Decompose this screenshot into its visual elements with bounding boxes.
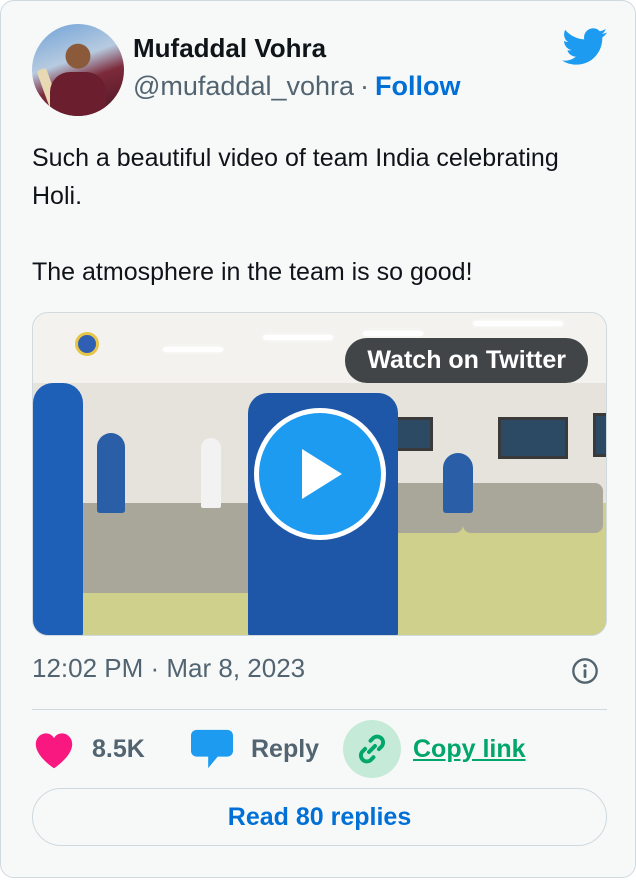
separator-dot: · bbox=[360, 71, 370, 101]
author-avatar[interactable] bbox=[32, 24, 124, 116]
divider bbox=[32, 709, 607, 710]
ceiling-light bbox=[363, 331, 423, 336]
avatar-shirt bbox=[50, 72, 106, 116]
tweet-card: Mufaddal Vohra @mufaddal_vohra · Follow Su… bbox=[0, 0, 636, 878]
copy-link-icon-circle bbox=[343, 720, 401, 778]
info-icon[interactable] bbox=[571, 657, 599, 685]
reply-button[interactable]: Reply bbox=[189, 726, 319, 772]
reply-bubble-icon bbox=[191, 729, 233, 769]
twitter-bird-icon[interactable] bbox=[562, 28, 608, 66]
link-icon bbox=[358, 734, 386, 764]
author-handle[interactable]: @mufaddal_vohra bbox=[133, 71, 354, 101]
watch-on-twitter-button[interactable]: Watch on Twitter bbox=[345, 338, 588, 383]
ceiling-light bbox=[263, 335, 333, 340]
like-button[interactable]: 8.5K bbox=[32, 726, 145, 772]
person-background bbox=[443, 453, 473, 513]
sofa bbox=[73, 503, 263, 593]
person-background bbox=[201, 438, 221, 508]
person-background bbox=[97, 433, 125, 513]
tweet-text: Such a beautiful video of team India cel… bbox=[32, 144, 559, 286]
sofa bbox=[463, 483, 603, 533]
copy-link-label: Copy link bbox=[413, 734, 526, 763]
video-thumbnail[interactable]: Watch on Twitter bbox=[32, 312, 607, 636]
ceiling-light bbox=[473, 321, 563, 326]
author-handle-row: @mufaddal_vohra · Follow bbox=[133, 71, 461, 102]
copy-link-button[interactable]: Copy link bbox=[343, 720, 526, 778]
like-count: 8.5K bbox=[92, 734, 145, 763]
follow-link[interactable]: Follow bbox=[375, 71, 460, 101]
person-left bbox=[33, 383, 83, 635]
bcci-crest-icon bbox=[75, 332, 99, 356]
heart-icon bbox=[35, 733, 73, 769]
author-name[interactable]: Mufaddal Vohra bbox=[133, 33, 326, 64]
read-replies-button[interactable]: Read 80 replies bbox=[32, 788, 607, 846]
play-icon bbox=[302, 449, 342, 499]
wall-screen bbox=[498, 417, 568, 459]
play-button[interactable] bbox=[254, 408, 386, 540]
wall-screen bbox=[593, 413, 606, 457]
tweet-timestamp[interactable]: 12:02 PM · Mar 8, 2023 bbox=[32, 653, 305, 684]
reply-label: Reply bbox=[251, 734, 320, 763]
ceiling-light bbox=[163, 347, 223, 352]
